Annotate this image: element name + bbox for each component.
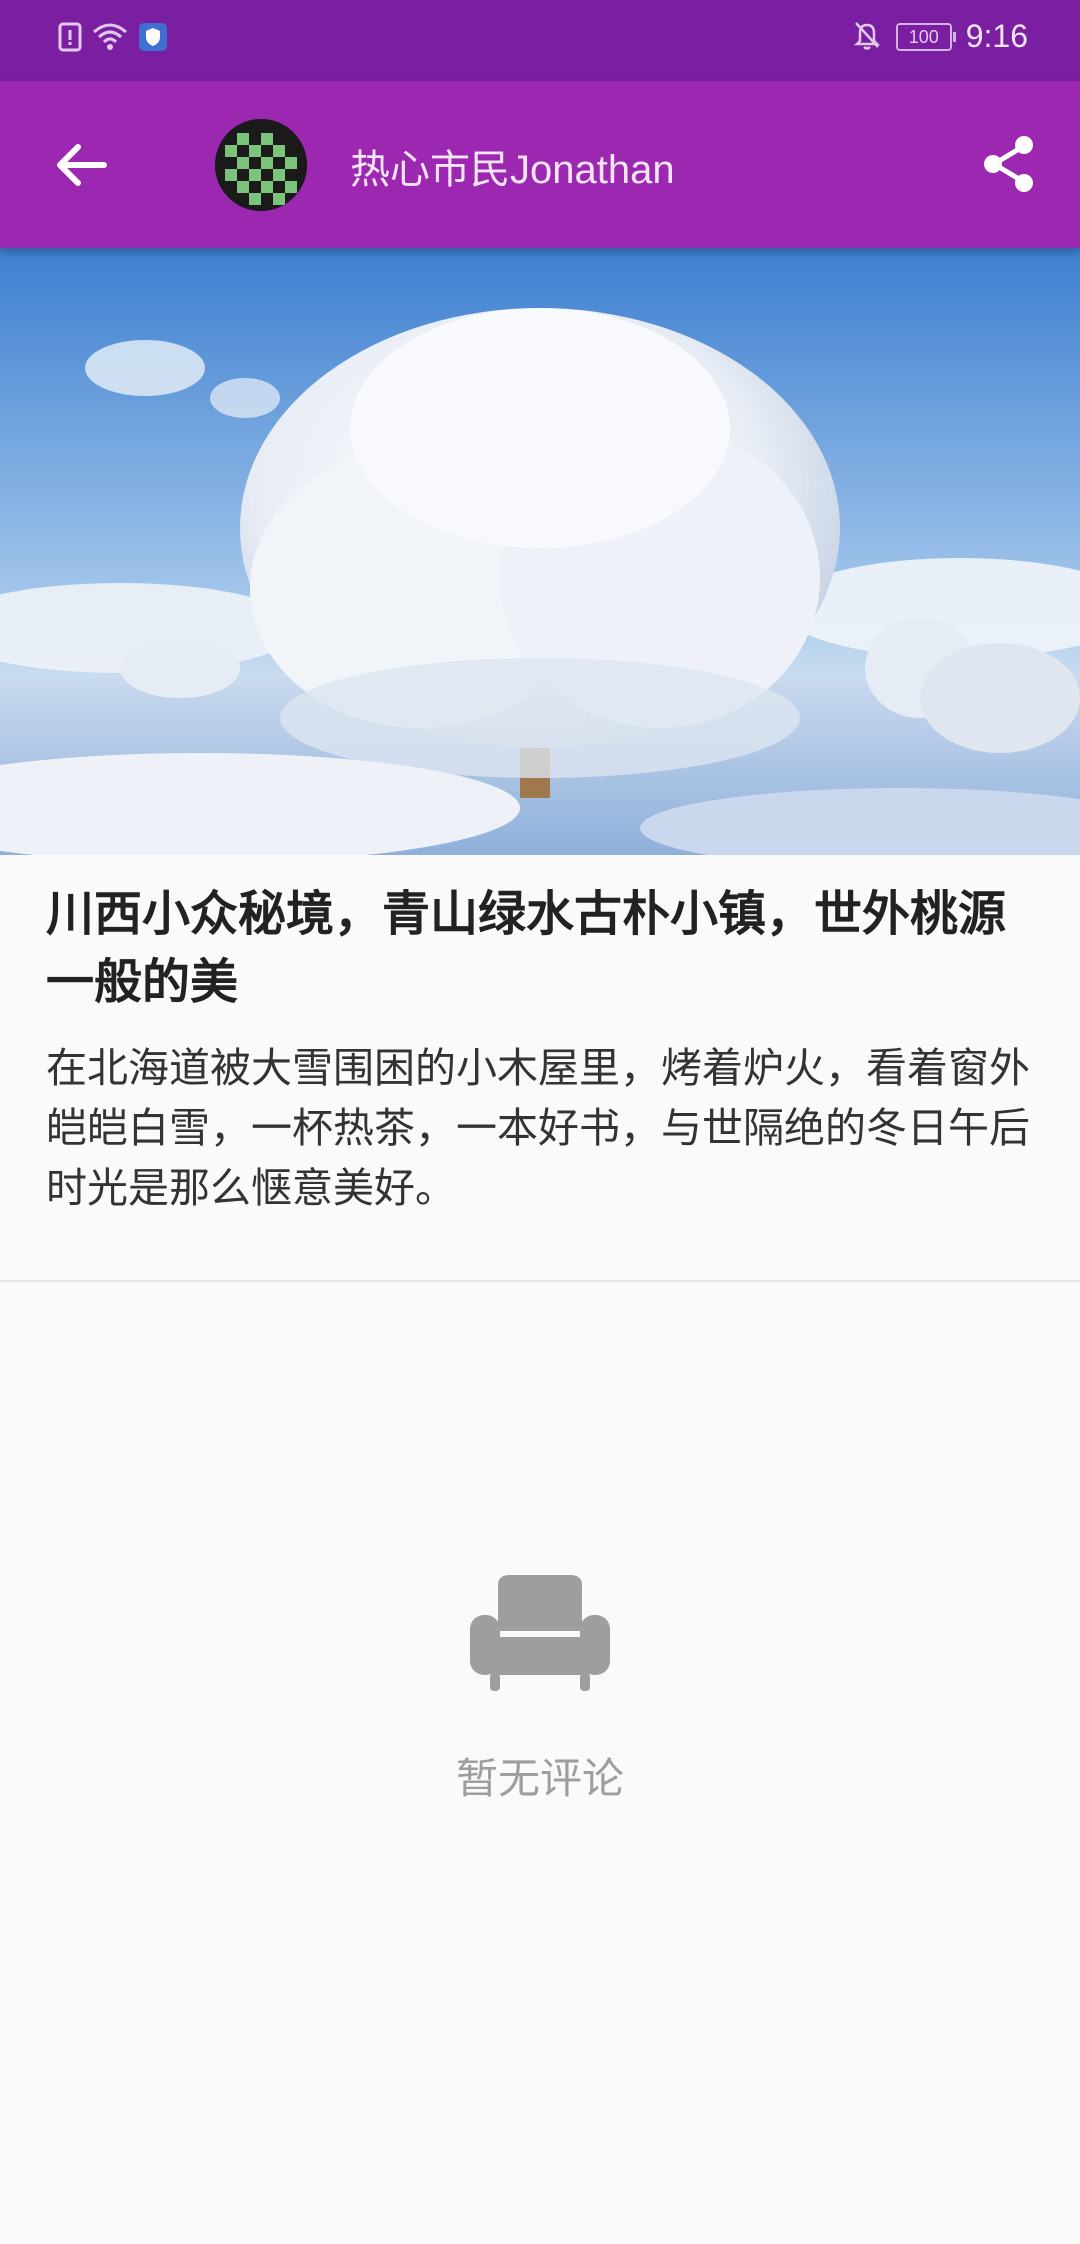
divider — [0, 1280, 1080, 1282]
status-bar: 100 9:16 — [0, 0, 1080, 81]
status-time: 9:16 — [965, 18, 1028, 54]
article-body: 在北海道被大雪围困的小木屋里，烤着炉火，看着窗外皑皑白雪，一杯热茶，一本好书，与… — [46, 1044, 1030, 1212]
wifi-icon — [92, 22, 128, 56]
article-content: 川西小众秘境，青山绿水古朴小镇，世外桃源一般的美 在北海道被大雪围困的小木屋里，… — [46, 880, 1036, 1218]
avatar[interactable] — [215, 119, 307, 211]
shield-icon — [138, 22, 168, 56]
sim-alert-icon — [58, 22, 82, 56]
share-icon[interactable] — [976, 131, 1042, 197]
battery-icon: 100 — [895, 22, 956, 51]
article-cover-image — [0, 248, 1080, 855]
empty-comments-text: 暂无评论 — [455, 1754, 624, 1803]
page-title: 热心市民Jonathan — [350, 148, 675, 192]
arrow-back-icon[interactable] — [50, 133, 114, 197]
article-title: 川西小众秘境，青山绿水古朴小镇，世外桃源一般的美 — [46, 886, 1007, 1010]
sofa-icon — [470, 1575, 610, 1693]
app-bar: 热心市民Jonathan — [0, 81, 1080, 248]
bell-off-icon — [852, 19, 882, 55]
